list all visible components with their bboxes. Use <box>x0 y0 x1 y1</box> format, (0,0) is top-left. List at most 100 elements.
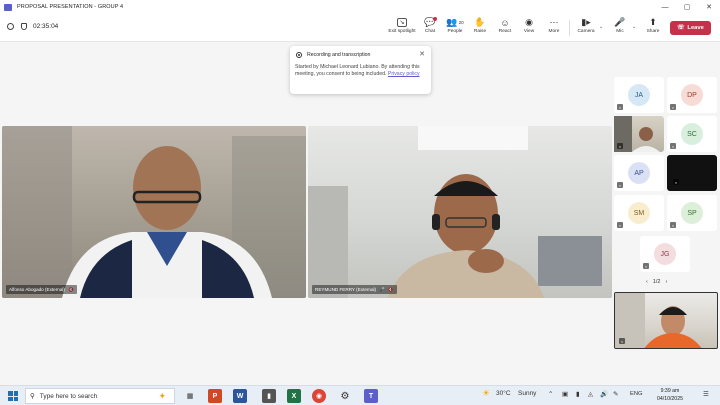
leave-label: Leave <box>687 25 704 31</box>
window-controls: — ▢ ✕ <box>654 0 720 14</box>
close-notification-icon[interactable]: ✕ <box>419 50 425 58</box>
people-button[interactable]: 👥 20 People <box>441 16 469 40</box>
privacy-policy-link[interactable]: Privacy policy <box>388 71 420 77</box>
pager-next-icon[interactable]: › <box>666 279 668 285</box>
taskbar-clock[interactable]: 9:39 am 04/10/2025 <box>657 388 683 403</box>
participant-tile-ja[interactable]: JA × <box>614 77 664 113</box>
mic-off-icon: × <box>617 222 623 228</box>
camera-label: Camera <box>577 29 595 34</box>
tray-chevron-up-icon[interactable]: ⌃ <box>548 390 553 398</box>
participant-name-tag: Alfonso Abogado (External) 🔇 <box>6 285 77 294</box>
leave-button[interactable]: ☏ Leave <box>670 21 711 35</box>
word-icon[interactable]: W <box>233 389 247 403</box>
recording-indicator-icon[interactable] <box>7 23 14 30</box>
raise-hand-button[interactable]: ✋ Raise <box>466 16 494 40</box>
tray-app-icon[interactable]: ▣ <box>562 390 568 398</box>
avatar: SP <box>681 202 703 224</box>
participant-name: Alfonso Abogado (External) <box>9 287 65 292</box>
excel-icon[interactable]: X <box>287 389 301 403</box>
participant-tile-video[interactable]: × <box>614 116 664 152</box>
svg-text:SGOD: SGOD <box>212 275 248 289</box>
video-tile-alfonso[interactable]: SGOD Alfonso Abogado (External) 🔇 <box>2 126 306 298</box>
participant-video-feed <box>308 126 602 298</box>
participant-pager: ‹ 1/2 › <box>646 279 667 285</box>
pen-icon[interactable]: ✎ <box>613 390 618 398</box>
volume-icon[interactable]: 🔊 <box>600 390 608 398</box>
participant-tile-ap[interactable]: AP × <box>614 155 664 191</box>
teams-icon[interactable]: T <box>364 389 378 403</box>
mic-off-icon: × <box>670 143 676 149</box>
powerpoint-icon[interactable]: P <box>208 389 222 403</box>
mic-icon-small: 🎤 <box>379 286 385 292</box>
mic-button[interactable]: 🎤 Mic <box>606 16 634 40</box>
more-label: More <box>548 29 560 34</box>
avatar: JG <box>654 243 676 265</box>
task-view-icon[interactable]: ▦ <box>183 389 197 403</box>
close-window-icon[interactable]: ✕ <box>698 0 720 14</box>
mic-off-icon: × <box>617 143 623 149</box>
share-label: Share <box>646 29 660 34</box>
participant-tile-sp[interactable]: SP × <box>667 195 717 231</box>
windows-taskbar: ⚲ Type here to search ✦ ▦ P W ▮ X ◉ ⚙ T … <box>0 385 720 405</box>
people-icon: 👥 20 <box>446 17 464 27</box>
chrome-icon[interactable]: ◉ <box>312 389 326 403</box>
chat-badge <box>433 17 437 21</box>
mic-off-icon: × <box>617 104 623 110</box>
participant-tile-dp[interactable]: DP × <box>667 77 717 113</box>
react-icon: ☺ <box>500 17 510 28</box>
windows-start-icon[interactable] <box>8 391 18 401</box>
pager-prev-icon[interactable]: ‹ <box>646 279 648 285</box>
file-explorer-icon[interactable]: ▮ <box>262 389 276 403</box>
taskbar-search[interactable]: ⚲ Type here to search ✦ <box>25 388 175 404</box>
mic-off-icon: × <box>673 179 679 185</box>
share-button[interactable]: ⬆ Share <box>639 16 667 40</box>
self-view-video[interactable]: × <box>614 292 718 349</box>
raise-hand-icon: ✋ <box>474 17 486 27</box>
notifications-icon[interactable]: ☰ <box>703 390 709 398</box>
participant-name-tag: REYMUND FERRY (External) 🎤 🔇 <box>312 285 397 294</box>
shield-icon[interactable] <box>21 23 27 30</box>
clock-date: 04/10/2025 <box>657 395 683 402</box>
settings-gear-icon[interactable]: ⚙ <box>338 389 352 403</box>
view-button[interactable]: ◉ View <box>515 16 543 40</box>
mic-label: Mic <box>616 29 624 34</box>
camera-options-chevron-icon[interactable]: ⌄ <box>599 24 603 30</box>
maximize-icon[interactable]: ▢ <box>676 0 698 14</box>
participant-tile-sm[interactable]: SM × <box>614 195 664 231</box>
battery-icon[interactable]: ▮ <box>576 390 580 398</box>
mic-off-icon: × <box>643 263 649 269</box>
more-icon: ⋯ <box>549 17 559 27</box>
camera-button[interactable]: ▮▸ Camera <box>572 16 600 40</box>
notification-text: Started by Michael Leonard Lubiano. By a… <box>295 64 425 78</box>
participant-tile-dark[interactable]: × <box>667 155 717 191</box>
avatar: JA <box>628 84 650 106</box>
language-indicator[interactable]: ENG <box>630 391 643 397</box>
participant-tile-sc[interactable]: SC × <box>667 116 717 152</box>
window-title: PROPOSAL PRESENTATION - GROUP 4 <box>17 4 124 10</box>
avatar: SM <box>628 202 650 224</box>
camera-icon: ▮▸ <box>581 17 591 27</box>
clock-time: 9:39 am <box>660 388 680 394</box>
weather-description[interactable]: Sunny <box>518 390 536 397</box>
mic-off-icon: × <box>670 222 676 228</box>
chat-button[interactable]: 💬 Chat <box>416 16 444 40</box>
mic-options-chevron-icon[interactable]: ⌄ <box>632 24 636 30</box>
exit-spotlight-icon: ↘ <box>397 18 407 27</box>
weather-temperature[interactable]: 30°C <box>496 390 511 397</box>
more-button[interactable]: ⋯ More <box>540 16 568 40</box>
participant-tile-jg[interactable]: JG × <box>640 236 690 272</box>
video-tile-reymund[interactable]: REYMUND FERRY (External) 🎤 🔇 <box>308 126 612 298</box>
meeting-timer: 02:35:04 <box>33 23 59 30</box>
mic-off-icon: 🔇 <box>67 286 74 292</box>
view-label: View <box>523 29 535 34</box>
mic-icon: 🎤 <box>614 17 626 27</box>
network-icon[interactable]: ◬ <box>588 390 593 398</box>
exit-spotlight-button[interactable]: ↘ Exit spotlight <box>388 16 416 40</box>
mic-off-icon: × <box>617 182 623 188</box>
title-bar: PROPOSAL PRESENTATION - GROUP 4 — ▢ ✕ <box>0 0 720 14</box>
minimize-icon[interactable]: — <box>654 0 676 14</box>
pager-label: 1/2 <box>652 279 661 285</box>
people-count: 20 <box>458 20 464 25</box>
view-icon: ◉ <box>525 17 533 27</box>
mic-off-icon: × <box>619 338 625 344</box>
